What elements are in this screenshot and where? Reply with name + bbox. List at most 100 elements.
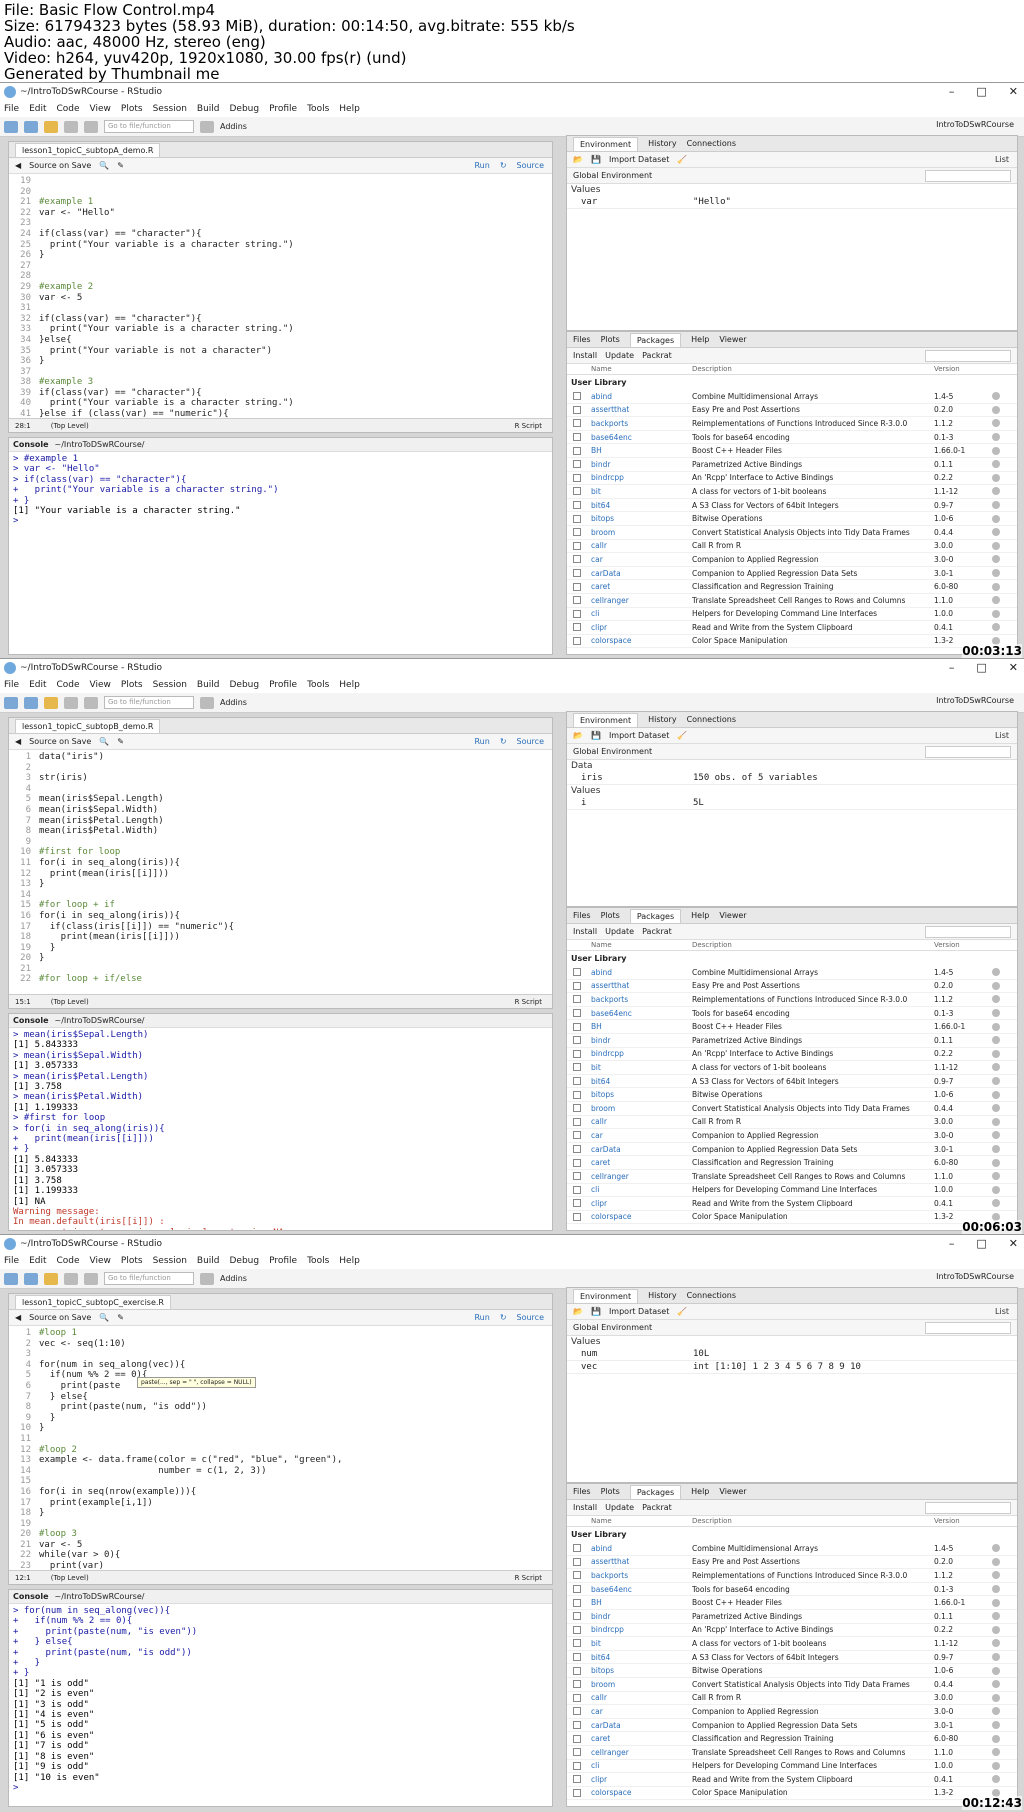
- package-checkbox[interactable]: [573, 1625, 581, 1634]
- remove-package-icon[interactable]: [992, 981, 1000, 990]
- package-checkbox[interactable]: [573, 569, 581, 578]
- package-checkbox[interactable]: [573, 596, 581, 605]
- remove-package-icon[interactable]: [992, 596, 1000, 605]
- package-name[interactable]: bindrcpp: [591, 473, 692, 482]
- package-name[interactable]: assertthat: [591, 981, 692, 990]
- menu-session[interactable]: Session: [153, 104, 187, 114]
- package-checkbox[interactable]: [573, 1049, 581, 1058]
- package-checkbox[interactable]: [573, 1557, 581, 1566]
- import-dataset-button[interactable]: Import Dataset: [609, 1307, 669, 1316]
- package-checkbox[interactable]: [573, 1693, 581, 1702]
- close-icon[interactable]: ✕: [1009, 661, 1018, 674]
- global-environment-selector[interactable]: Global Environment: [573, 171, 652, 180]
- install-button[interactable]: Install: [573, 351, 597, 360]
- package-name[interactable]: clipr: [591, 623, 692, 632]
- package-name[interactable]: bit: [591, 1063, 692, 1072]
- remove-package-icon[interactable]: [992, 541, 1000, 550]
- package-name[interactable]: assertthat: [591, 405, 692, 414]
- package-name[interactable]: bindrcpp: [591, 1625, 692, 1634]
- package-name[interactable]: caret: [591, 582, 692, 591]
- search-icon[interactable]: 🔍: [99, 1313, 109, 1322]
- package-checkbox[interactable]: [573, 609, 581, 618]
- menu-edit[interactable]: Edit: [29, 680, 46, 690]
- package-name[interactable]: car: [591, 1131, 692, 1140]
- tab-plots[interactable]: Plots: [601, 335, 620, 344]
- package-checkbox[interactable]: [573, 1585, 581, 1594]
- remove-package-icon[interactable]: [992, 1557, 1000, 1566]
- package-checkbox[interactable]: [573, 405, 581, 414]
- package-checkbox[interactable]: [573, 1063, 581, 1072]
- maximize-icon[interactable]: □: [976, 1237, 986, 1250]
- remove-package-icon[interactable]: [992, 473, 1000, 482]
- remove-package-icon[interactable]: [992, 1734, 1000, 1743]
- import-dataset-button[interactable]: Import Dataset: [609, 155, 669, 164]
- package-name[interactable]: broom: [591, 528, 692, 537]
- package-checkbox[interactable]: [573, 582, 581, 591]
- package-checkbox[interactable]: [573, 1612, 581, 1621]
- tab-connections[interactable]: Connections: [687, 715, 736, 724]
- update-button[interactable]: Update: [605, 1503, 634, 1512]
- minimize-icon[interactable]: –: [949, 661, 955, 674]
- package-checkbox[interactable]: [573, 1145, 581, 1154]
- package-name[interactable]: bit64: [591, 1077, 692, 1086]
- tab-files[interactable]: Files: [573, 1487, 591, 1496]
- list-view-selector[interactable]: List: [995, 1307, 1009, 1316]
- package-name[interactable]: bitops: [591, 1090, 692, 1099]
- package-checkbox[interactable]: [573, 446, 581, 455]
- update-button[interactable]: Update: [605, 351, 634, 360]
- package-name[interactable]: cellranger: [591, 1748, 692, 1757]
- package-name[interactable]: clipr: [591, 1775, 692, 1784]
- menu-file[interactable]: File: [4, 680, 19, 690]
- wand-icon[interactable]: ✎: [117, 737, 124, 746]
- menu-tools[interactable]: Tools: [307, 1256, 329, 1266]
- tab-connections[interactable]: Connections: [687, 1291, 736, 1300]
- menu-view[interactable]: View: [90, 1256, 111, 1266]
- menu-plots[interactable]: Plots: [121, 1256, 143, 1266]
- package-checkbox[interactable]: [573, 1104, 581, 1113]
- remove-package-icon[interactable]: [992, 1693, 1000, 1702]
- package-name[interactable]: bit64: [591, 1653, 692, 1662]
- code-editor[interactable]: 19 20 21 #example 1 22 var <- "Hello" 23 24 if(c…: [9, 174, 552, 432]
- open-project-icon[interactable]: [24, 120, 38, 133]
- tab-history[interactable]: History: [648, 1291, 676, 1300]
- package-name[interactable]: backports: [591, 1571, 692, 1580]
- package-checkbox[interactable]: [573, 419, 581, 428]
- remove-package-icon[interactable]: [992, 1612, 1000, 1621]
- package-checkbox[interactable]: [573, 1077, 581, 1086]
- tab-viewer[interactable]: Viewer: [719, 1487, 746, 1496]
- source-button[interactable]: Source: [517, 737, 544, 746]
- package-checkbox[interactable]: [573, 528, 581, 537]
- close-icon[interactable]: ✕: [1009, 1237, 1018, 1250]
- remove-package-icon[interactable]: [992, 460, 1000, 469]
- update-button[interactable]: Update: [605, 927, 634, 936]
- package-name[interactable]: bindr: [591, 1036, 692, 1045]
- grid-icon[interactable]: [200, 1272, 214, 1285]
- remove-package-icon[interactable]: [992, 419, 1000, 428]
- package-checkbox[interactable]: [573, 1653, 581, 1662]
- new-file-icon[interactable]: [4, 120, 18, 133]
- package-checkbox[interactable]: [573, 968, 581, 977]
- package-checkbox[interactable]: [573, 514, 581, 523]
- package-name[interactable]: cellranger: [591, 596, 692, 605]
- remove-package-icon[interactable]: [992, 1077, 1000, 1086]
- save-workspace-icon[interactable]: 💾: [591, 155, 601, 164]
- package-checkbox[interactable]: [573, 1761, 581, 1770]
- remove-package-icon[interactable]: [992, 1049, 1000, 1058]
- package-checkbox[interactable]: [573, 1748, 581, 1757]
- tab-connections[interactable]: Connections: [687, 139, 736, 148]
- filetype-selector[interactable]: R Script: [515, 1574, 542, 1582]
- package-checkbox[interactable]: [573, 1598, 581, 1607]
- remove-package-icon[interactable]: [992, 1721, 1000, 1730]
- remove-package-icon[interactable]: [992, 433, 1000, 442]
- package-name[interactable]: BH: [591, 1598, 692, 1607]
- back-icon[interactable]: ◀: [15, 1313, 21, 1322]
- tab-history[interactable]: History: [648, 139, 676, 148]
- package-name[interactable]: cellranger: [591, 1172, 692, 1181]
- open-file-icon[interactable]: [44, 120, 58, 133]
- package-checkbox[interactable]: [573, 1022, 581, 1031]
- package-name[interactable]: BH: [591, 446, 692, 455]
- rerun-icon[interactable]: ↻: [500, 161, 507, 170]
- package-checkbox[interactable]: [573, 555, 581, 564]
- rerun-icon[interactable]: ↻: [500, 1313, 507, 1322]
- console-output[interactable]: > mean(iris$Sepal.Length) [1] 5.843333 > m…: [9, 1028, 552, 1230]
